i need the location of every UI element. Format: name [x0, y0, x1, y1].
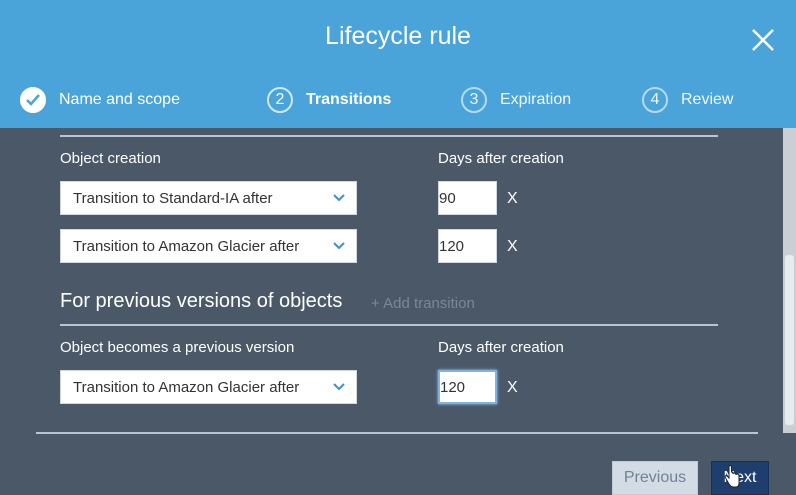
hand-cursor-icon — [724, 465, 740, 488]
days-input[interactable] — [438, 370, 497, 404]
transition-select[interactable]: Transition to Amazon Glacier after — [60, 229, 357, 263]
remove-transition-button[interactable]: X — [507, 379, 518, 397]
step-number: 4 — [642, 87, 668, 113]
transition-select-value: Transition to Amazon Glacier after — [73, 378, 300, 396]
transition-select[interactable]: Transition to Amazon Glacier after — [60, 370, 357, 404]
section-divider — [60, 324, 718, 326]
add-transition-link[interactable]: + Add transition — [371, 295, 475, 312]
days-after-creation-label: Days after creation — [438, 150, 564, 167]
transition-select-value: Transition to Amazon Glacier after — [73, 237, 300, 255]
transition-select[interactable]: Transition to Standard-IA after — [60, 181, 357, 215]
chevron-down-icon — [333, 242, 345, 250]
days-input[interactable] — [438, 229, 497, 263]
transition-select-value: Transition to Standard-IA after — [73, 189, 273, 207]
scrollbar-thumb[interactable] — [785, 255, 794, 425]
remove-transition-button[interactable]: X — [507, 238, 518, 256]
object-previous-version-label: Object becomes a previous version — [60, 339, 295, 356]
step-review[interactable]: 4 Review — [642, 85, 733, 115]
days-input[interactable] — [438, 181, 497, 215]
close-icon[interactable] — [747, 24, 779, 56]
modal-title: Lifecycle rule — [325, 22, 471, 50]
step-name-and-scope[interactable]: Name and scope — [20, 85, 180, 115]
modal-header: Lifecycle rule Name and scope 2 Transiti… — [0, 0, 796, 128]
section-divider — [60, 135, 718, 137]
step-number: 3 — [461, 87, 487, 113]
remove-transition-button[interactable]: X — [507, 190, 518, 208]
previous-versions-heading: For previous versions of objects — [60, 290, 343, 312]
step-label: Expiration — [500, 91, 572, 108]
days-after-creation-label: Days after creation — [438, 339, 564, 356]
step-transitions[interactable]: 2 Transitions — [267, 85, 391, 115]
chevron-down-icon — [333, 194, 345, 202]
step-expiration[interactable]: 3 Expiration — [461, 85, 571, 115]
step-label: Transitions — [306, 91, 392, 108]
chevron-down-icon — [333, 383, 345, 391]
checkmark-icon — [20, 87, 46, 113]
step-label: Name and scope — [59, 91, 180, 108]
previous-button[interactable]: Previous — [612, 461, 698, 495]
step-label: Review — [681, 91, 734, 108]
footer-divider — [36, 432, 758, 434]
object-creation-label: Object creation — [60, 150, 161, 167]
step-number: 2 — [267, 87, 293, 113]
